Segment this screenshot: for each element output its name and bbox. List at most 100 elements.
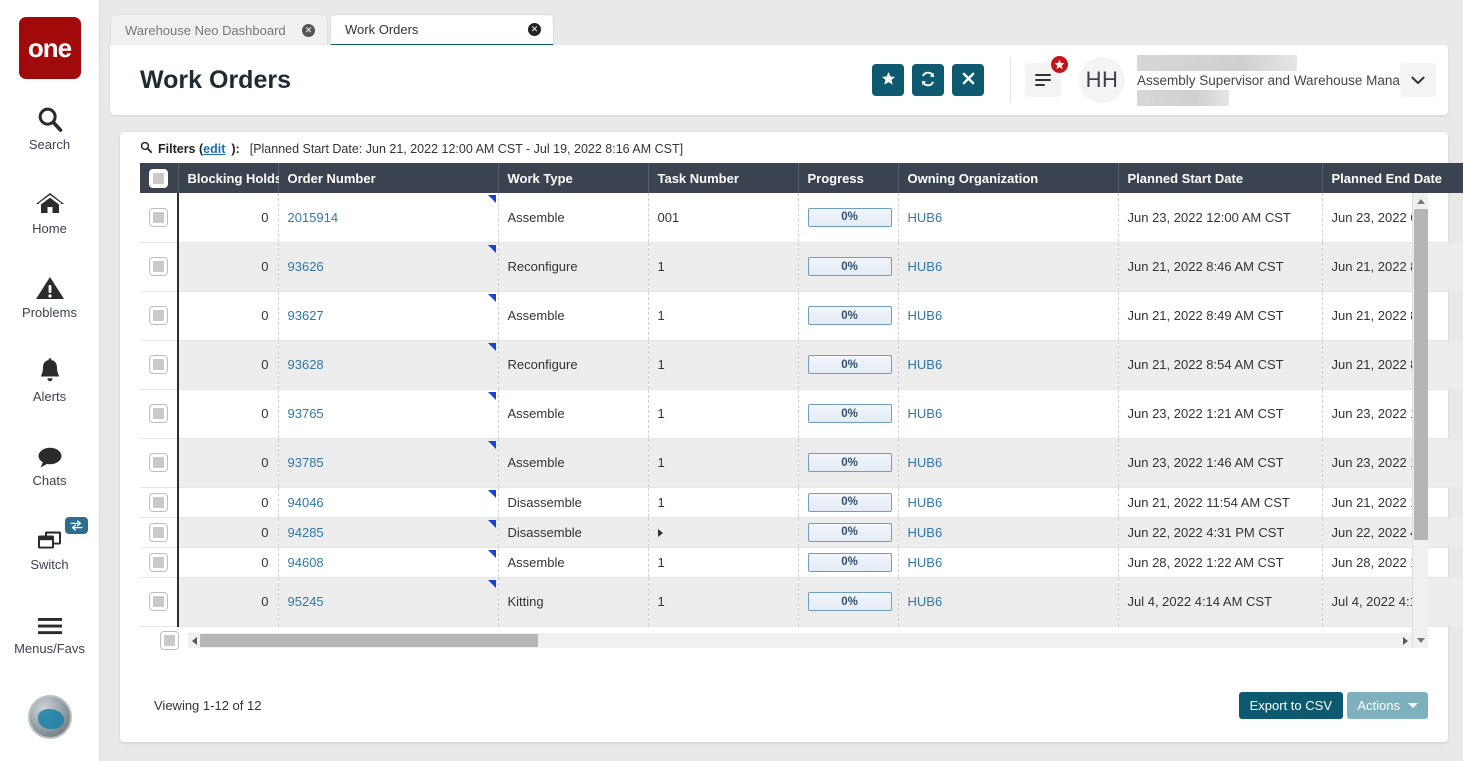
cell-owning-organization[interactable]: HUB6 xyxy=(898,389,1118,438)
cell-owning-organization[interactable]: HUB6 xyxy=(898,487,1118,517)
scroll-up-arrow[interactable] xyxy=(1413,193,1429,209)
scroll-down-arrow[interactable] xyxy=(1413,632,1429,648)
cell-order-number[interactable]: 93628 xyxy=(278,340,498,389)
order-number-link[interactable]: 93628 xyxy=(288,357,324,372)
organization-link[interactable]: HUB6 xyxy=(908,210,943,225)
progress-bar[interactable]: 0% xyxy=(808,306,892,325)
progress-bar[interactable]: 0% xyxy=(808,404,892,423)
organization-link[interactable]: HUB6 xyxy=(908,455,943,470)
globe-avatar-icon[interactable] xyxy=(28,695,72,739)
order-number-link[interactable]: 93785 xyxy=(288,455,324,470)
horizontal-scrollbar[interactable] xyxy=(188,633,1412,648)
filters-edit-link[interactable]: edit xyxy=(203,142,225,156)
organization-link[interactable]: HUB6 xyxy=(908,594,943,609)
export-to-csv-button[interactable]: Export to CSV xyxy=(1239,692,1343,719)
vertical-scrollbar[interactable] xyxy=(1412,193,1428,648)
row-checkbox[interactable] xyxy=(149,523,168,542)
row-checkbox[interactable] xyxy=(149,592,168,611)
organization-link[interactable]: HUB6 xyxy=(908,357,943,372)
row-checkbox[interactable] xyxy=(149,493,168,512)
progress-bar[interactable]: 0% xyxy=(808,453,892,472)
order-number-link[interactable]: 93627 xyxy=(288,308,324,323)
row-select-cell[interactable] xyxy=(140,487,178,517)
row-checkbox[interactable] xyxy=(149,208,168,227)
table-row[interactable]: 093627Assemble10%HUB6Jun 21, 2022 8:49 A… xyxy=(140,291,1463,340)
cell-order-number[interactable]: 95245 xyxy=(278,577,498,626)
table-row[interactable]: 093626Reconfigure10%HUB6Jun 21, 2022 8:4… xyxy=(140,242,1463,291)
row-checkbox[interactable] xyxy=(149,355,168,374)
refresh-button[interactable] xyxy=(912,64,944,96)
horizontal-scroll-thumb[interactable] xyxy=(200,634,538,647)
cell-owning-organization[interactable]: HUB6 xyxy=(898,517,1118,547)
column-header-blocking-holds[interactable]: Blocking Holds xyxy=(178,163,278,193)
column-header-order-number[interactable]: Order Number xyxy=(278,163,498,193)
order-number-link[interactable]: 2015914 xyxy=(288,210,339,225)
cell-progress[interactable]: 0% xyxy=(798,291,898,340)
column-header-planned-start-date[interactable]: Planned Start Date xyxy=(1118,163,1322,193)
order-number-link[interactable]: 95245 xyxy=(288,594,324,609)
row-checkbox[interactable] xyxy=(149,404,168,423)
table-row[interactable]: 095245Kitting10%HUB6Jul 4, 2022 4:14 AM … xyxy=(140,577,1463,626)
organization-link[interactable]: HUB6 xyxy=(908,495,943,510)
cell-owning-organization[interactable]: HUB6 xyxy=(898,340,1118,389)
favorite-button[interactable] xyxy=(872,64,904,96)
column-header-task-number[interactable]: Task Number xyxy=(648,163,798,193)
row-select-cell[interactable] xyxy=(140,438,178,487)
row-select-cell[interactable] xyxy=(140,193,178,242)
cell-progress[interactable]: 0% xyxy=(798,438,898,487)
row-checkbox[interactable] xyxy=(149,453,168,472)
vertical-scroll-thumb[interactable] xyxy=(1414,209,1428,540)
row-select-cell[interactable] xyxy=(140,547,178,577)
row-checkbox[interactable] xyxy=(149,306,168,325)
cell-progress[interactable]: 0% xyxy=(798,487,898,517)
cell-progress[interactable]: 0% xyxy=(798,547,898,577)
close-circle-icon[interactable]: ✕ xyxy=(302,24,315,37)
one-logo[interactable]: one xyxy=(19,17,81,79)
order-number-link[interactable]: 94046 xyxy=(288,495,324,510)
scroll-right-arrow[interactable] xyxy=(1399,633,1412,648)
progress-bar[interactable]: 0% xyxy=(808,592,892,611)
cell-order-number[interactable]: 94608 xyxy=(278,547,498,577)
user-menu-button[interactable] xyxy=(1400,63,1436,97)
cell-owning-organization[interactable]: HUB6 xyxy=(898,438,1118,487)
cell-order-number[interactable]: 2015914 xyxy=(278,193,498,242)
sidebar-item-alerts[interactable]: Alerts xyxy=(0,339,100,415)
header-menu-button[interactable] xyxy=(1025,63,1061,97)
cell-owning-organization[interactable]: HUB6 xyxy=(898,242,1118,291)
order-number-link[interactable]: 93765 xyxy=(288,406,324,421)
close-button[interactable] xyxy=(952,64,984,96)
row-select-cell[interactable] xyxy=(140,242,178,291)
progress-bar[interactable]: 0% xyxy=(808,257,892,276)
cell-progress[interactable]: 0% xyxy=(798,340,898,389)
cell-order-number[interactable]: 94046 xyxy=(278,487,498,517)
row-select-cell[interactable] xyxy=(140,291,178,340)
row-checkbox[interactable] xyxy=(149,553,168,572)
progress-bar[interactable]: 0% xyxy=(808,493,892,512)
progress-bar[interactable]: 0% xyxy=(808,355,892,374)
cell-order-number[interactable]: 93627 xyxy=(278,291,498,340)
table-row[interactable]: 094285Disassemble0%HUB6Jun 22, 2022 4:31… xyxy=(140,517,1463,547)
sidebar-item-menus-favs[interactable]: Menus/Favs xyxy=(0,591,100,667)
organization-link[interactable]: HUB6 xyxy=(908,525,943,540)
cell-order-number[interactable]: 93626 xyxy=(278,242,498,291)
row-checkbox[interactable] xyxy=(160,631,179,650)
order-number-link[interactable]: 93626 xyxy=(288,259,324,274)
progress-bar[interactable]: 0% xyxy=(808,523,892,542)
row-select-cell[interactable] xyxy=(140,517,178,547)
row-select-cell[interactable] xyxy=(140,340,178,389)
cell-owning-organization[interactable]: HUB6 xyxy=(898,193,1118,242)
table-row[interactable]: 02015914Assemble0010%HUB6Jun 23, 2022 12… xyxy=(140,193,1463,242)
row-select-cell[interactable] xyxy=(140,389,178,438)
progress-bar[interactable]: 0% xyxy=(808,208,892,227)
column-header-owning-organization[interactable]: Owning Organization xyxy=(898,163,1118,193)
row-select-cell[interactable] xyxy=(140,577,178,626)
cell-order-number[interactable]: 93765 xyxy=(278,389,498,438)
row-checkbox[interactable] xyxy=(149,257,168,276)
sidebar-item-home[interactable]: Home xyxy=(0,171,100,247)
table-row[interactable]: 093628Reconfigure10%HUB6Jun 21, 2022 8:5… xyxy=(140,340,1463,389)
column-header-progress[interactable]: Progress xyxy=(798,163,898,193)
cell-owning-organization[interactable]: HUB6 xyxy=(898,577,1118,626)
cell-order-number[interactable]: 93785 xyxy=(278,438,498,487)
table-row[interactable]: 094608Assemble10%HUB6Jun 28, 2022 1:22 A… xyxy=(140,547,1463,577)
cell-order-number[interactable]: 94285 xyxy=(278,517,498,547)
